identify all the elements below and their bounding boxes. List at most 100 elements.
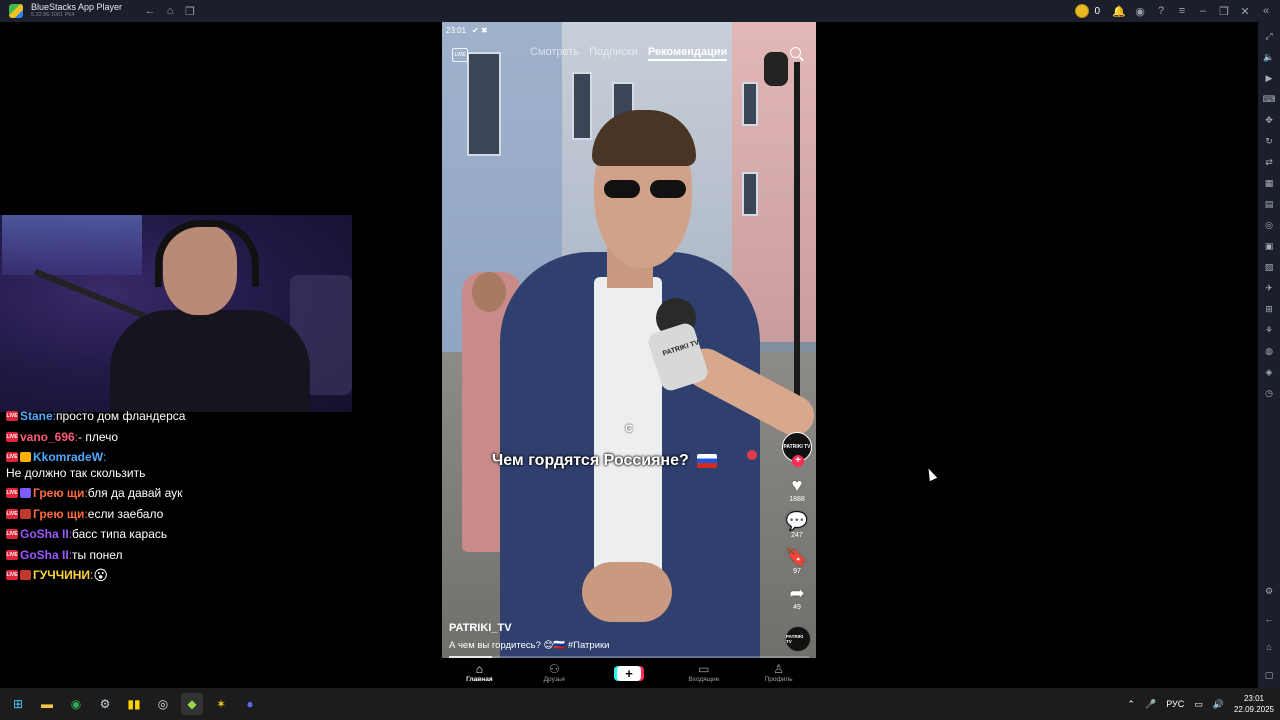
app-yellow-icon[interactable]: ▮▮	[123, 693, 145, 715]
tab-following[interactable]: Подписки	[589, 46, 638, 61]
android-home-icon[interactable]: ⌂	[1262, 640, 1276, 654]
bluestacks-logo-icon	[9, 4, 23, 18]
chat-message: LIVE GoSha II: басс типа карась	[6, 524, 238, 545]
nav-create[interactable]: +	[592, 658, 667, 688]
minimize-icon[interactable]: –	[1195, 3, 1211, 19]
nav-profile[interactable]: ♙ Профиль	[741, 658, 816, 688]
notification-bell-icon[interactable]: 🔔	[1111, 3, 1127, 19]
layers-icon[interactable]: ◈	[1262, 365, 1276, 379]
emote-icon: 😮	[93, 567, 108, 583]
nav-home-label: Главная	[466, 676, 493, 683]
nav-friends[interactable]: ⚇ Друзья	[517, 658, 592, 688]
multi-instance-sync-icon[interactable]: ▤	[1262, 197, 1276, 211]
account-icon[interactable]: ◉	[1132, 3, 1148, 19]
chat-text: если заебало	[87, 506, 164, 521]
media-folder-icon[interactable]: ▨	[1262, 260, 1276, 274]
microphone-icon[interactable]: 🎤	[1145, 699, 1156, 710]
nav-inbox[interactable]: ▭ Входящие	[666, 658, 741, 688]
chat-username[interactable]: ГУЧЧИНИ	[33, 565, 90, 586]
android-back-icon[interactable]: ←	[1262, 612, 1276, 626]
speed-icon[interactable]: ◷	[1262, 386, 1276, 400]
obs-icon[interactable]: ◎	[152, 693, 174, 715]
feed-tabs: Смотреть Подписки Рекомендации	[530, 46, 728, 61]
mouse-cursor	[924, 466, 938, 482]
chat-message: LIVE ГУЧЧИНИ: 😮	[6, 565, 238, 586]
keyboard-icon[interactable]: ⌨	[1262, 92, 1276, 106]
bluestacks-sidebar: ⤢ 🔈 ▶ ⌨ ✥ ↻ ⇄ ▦ ▤ ◎ ▣ ▨ ✈ ⊞ ⚘ ◍ ◈ ◷ ⚙ ← …	[1258, 22, 1280, 688]
chat-username[interactable]: KkomradeW	[33, 449, 103, 465]
chat-message: LIVE Stane: просто дом фландерса	[6, 406, 238, 427]
volume-icon[interactable]: 🔈	[1262, 50, 1276, 64]
chrome-icon[interactable]: ◉	[65, 693, 87, 715]
volume-tray-icon[interactable]: 🔊	[1213, 699, 1224, 710]
taskbar-clock[interactable]: 23:01 22.09.2025	[1234, 693, 1274, 715]
search-icon[interactable]	[790, 47, 801, 58]
chat-username[interactable]: Грею щи	[33, 483, 84, 504]
chat-text: - плечо	[78, 429, 119, 444]
gamepad-icon[interactable]: ✥	[1262, 113, 1276, 127]
help-icon[interactable]: ?	[1153, 3, 1169, 19]
android-recents-icon[interactable]: ▢	[1262, 668, 1276, 682]
coin-icon[interactable]	[1075, 4, 1090, 18]
close-icon[interactable]: ✕	[1237, 3, 1253, 19]
live-badge-icon: LIVE	[6, 488, 18, 499]
share-count: 49	[793, 604, 801, 611]
chat-username[interactable]: vano_696	[20, 427, 75, 448]
clock-time: 23:01	[1243, 694, 1264, 703]
android-status-bar: 23:01 ✔ ✖	[442, 22, 816, 38]
follow-plus-icon[interactable]: +	[792, 455, 804, 467]
steam-icon[interactable]: ⚙	[94, 693, 116, 715]
chat-username[interactable]: GoSha II	[20, 545, 69, 566]
windows-start-icon[interactable]: ⊞	[7, 693, 29, 715]
tab-for-you[interactable]: Рекомендации	[647, 46, 728, 61]
home-icon[interactable]: ⌂	[162, 3, 178, 19]
menu-icon[interactable]: ≡	[1174, 3, 1190, 19]
fullscreen-icon[interactable]: ⤢	[1262, 29, 1276, 43]
headphones	[155, 220, 259, 287]
app-star-icon[interactable]: ✶	[210, 693, 232, 715]
network-icon[interactable]: ▭	[1194, 699, 1203, 710]
like-count: 1888	[789, 496, 805, 503]
phone-screen[interactable]: PATRIKI TV 23:01 ✔ ✖ LIVE Смотреть Подпи…	[442, 22, 816, 688]
multi-instance-icon[interactable]: ❐	[182, 3, 198, 19]
creator-avatar[interactable]: PATRIKI TV +	[782, 432, 812, 467]
collapse-sidebar-icon[interactable]: «	[1258, 3, 1274, 19]
caption-letter: С	[625, 423, 633, 435]
bookmark-icon: 🔖	[785, 547, 809, 567]
chat-username[interactable]: Stane	[20, 406, 53, 427]
chat-message: LIVE Грею щи: если заебало	[6, 504, 238, 525]
nav-home[interactable]: ⌂ Главная	[442, 658, 517, 688]
save-button[interactable]: 🔖 97	[786, 548, 808, 575]
eco-mode-icon[interactable]: ⚘	[1262, 323, 1276, 337]
app-name: BlueStacks App Player	[31, 2, 123, 13]
like-button[interactable]: ♥ 1888	[789, 476, 805, 503]
rotate-icon[interactable]: ↻	[1262, 134, 1276, 148]
live-badge-icon: LIVE	[6, 452, 18, 462]
settings-gear-icon[interactable]: ⚙	[1262, 584, 1276, 598]
apk-install-icon[interactable]: ⊞	[1262, 302, 1276, 316]
video-username[interactable]: PATRIKI_TV	[449, 622, 512, 634]
tab-watch[interactable]: Смотреть	[530, 46, 579, 61]
live-icon[interactable]: LIVE	[452, 48, 468, 62]
music-disc-avatar[interactable]: PATRIKI TV	[785, 626, 811, 652]
file-explorer-icon[interactable]: ▬	[36, 693, 58, 715]
input-language[interactable]: РУС	[1166, 699, 1184, 709]
chat-username[interactable]: Грею щи	[33, 504, 84, 525]
tray-chevron-icon[interactable]: ⌃	[1127, 699, 1135, 710]
chat-message: LIVE KkomradeW: Не должно так скользить	[6, 449, 146, 480]
share-button[interactable]: ➦ 49	[789, 584, 804, 611]
bluestacks-taskbar-icon[interactable]: ◆	[181, 693, 203, 715]
restore-icon[interactable]: ❐	[1216, 3, 1232, 19]
location-icon[interactable]: ◍	[1262, 344, 1276, 358]
video-record-icon[interactable]: ▶	[1262, 71, 1276, 85]
comment-button[interactable]: 💬 247	[786, 512, 808, 539]
back-icon[interactable]: ←	[142, 3, 158, 19]
shake-icon[interactable]: ⇄	[1262, 155, 1276, 169]
record-screen-icon[interactable]: ▣	[1262, 239, 1276, 253]
app-blue-icon[interactable]: ●	[239, 693, 261, 715]
video-description[interactable]: А чем вы гордитесь? 😊🇷🇺 #Патрики	[449, 640, 609, 651]
chat-username[interactable]: GoSha II	[20, 524, 69, 545]
macro-icon[interactable]: ▦	[1262, 176, 1276, 190]
airplane-mode-icon[interactable]: ✈	[1262, 281, 1276, 295]
screenshot-icon[interactable]: ◎	[1262, 218, 1276, 232]
